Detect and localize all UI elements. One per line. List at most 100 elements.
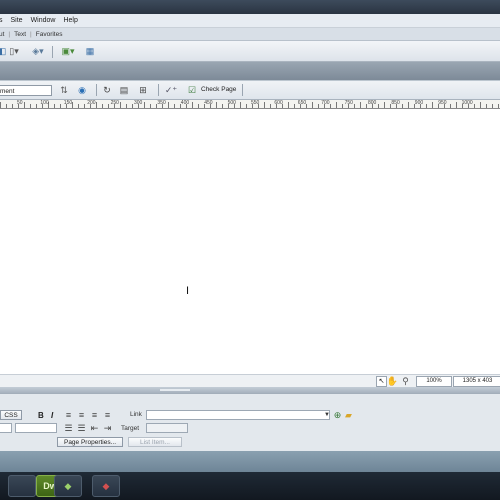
ruler-tick: [240, 102, 241, 108]
design-view-canvas[interactable]: [0, 109, 500, 374]
target-select[interactable]: [146, 423, 188, 433]
justify-icon[interactable]: ≡: [103, 410, 112, 420]
ruler-tick: [150, 104, 151, 108]
align-right-icon[interactable]: ≡: [90, 410, 99, 420]
ruler-tick: [486, 104, 487, 108]
ruler-tick: [144, 102, 145, 108]
ruler-tick: [168, 102, 169, 108]
splitter-grip: [160, 389, 190, 391]
zoom-tool-icon[interactable]: ⚲: [401, 376, 410, 386]
app-icon: ◆: [64, 480, 72, 491]
template-icon[interactable]: ▣▾: [60, 46, 76, 56]
menu-item-tools[interactable]: s: [0, 17, 3, 24]
bold-button[interactable]: B: [38, 411, 44, 420]
ruler-label: 950: [438, 100, 447, 106]
ruler-tick: [246, 104, 247, 108]
ordered-list-icon[interactable]: ☰: [77, 423, 86, 433]
list-item-button[interactable]: List Item...: [128, 437, 182, 447]
italic-button[interactable]: I: [51, 411, 53, 420]
ruler-tick: [198, 104, 199, 108]
check-page-button[interactable]: Check Page: [201, 86, 236, 93]
ruler-tick: [270, 104, 271, 108]
css-button[interactable]: CSS: [0, 410, 22, 420]
visual-aids-icon[interactable]: ⊞: [136, 85, 150, 96]
document-title-input[interactable]: ment: [0, 85, 52, 96]
media-icon[interactable]: ▯▾: [8, 46, 20, 56]
align-center-icon[interactable]: ≡: [77, 410, 86, 420]
taskbar-button-app[interactable]: ◆: [54, 475, 82, 497]
ruler-label: 100: [40, 100, 49, 106]
taskbar-button-browser[interactable]: ◆: [92, 475, 120, 497]
outdent-icon[interactable]: ⇤: [90, 423, 99, 433]
ruler-tick: [330, 104, 331, 108]
class-select[interactable]: [15, 423, 57, 433]
zoom-select[interactable]: 100%: [416, 376, 452, 387]
ruler-tick: [84, 104, 85, 108]
ruler-tick: [60, 104, 61, 108]
ruler-tick: [480, 102, 481, 108]
indent-icon[interactable]: ⇥: [103, 423, 112, 433]
tag-chooser-icon[interactable]: ▦: [85, 46, 95, 56]
ruler-label: 500: [227, 100, 236, 106]
insert-icon-bar: ◧ ▯▾ ◈▾ ▣▾ ▦: [0, 41, 500, 62]
text-cursor-icon: I: [186, 285, 190, 297]
ruler-tick: [192, 102, 193, 108]
insert-tabs: ut | Text | Favorites: [0, 28, 500, 41]
check-page-icon[interactable]: ☑: [186, 85, 198, 96]
horizontal-ruler: 50 100 150 200 250 300 350 400 450 500 550 600 650 70…: [0, 100, 500, 109]
image-icon[interactable]: ◧: [0, 46, 6, 56]
select-tool-icon[interactable]: ↖: [376, 376, 387, 387]
view-options-icon[interactable]: ▤: [118, 85, 130, 96]
desktop-background: [0, 451, 500, 472]
tab-separator: |: [8, 30, 11, 38]
toolbar-separator: [158, 84, 159, 96]
ruler-tick: [108, 104, 109, 108]
preview-browser-icon[interactable]: ◉: [76, 85, 88, 96]
document-toolbar: ment ⇅ ◉ ↻ ▤ ⊞ ✓⁺ ☑ Check Page: [0, 81, 500, 100]
page-properties-button[interactable]: Page Properties...: [57, 437, 123, 447]
ruler-tick: [132, 104, 133, 108]
file-management-icon[interactable]: ⇅: [58, 85, 70, 96]
browse-folder-icon[interactable]: ▰: [343, 410, 354, 420]
target-label: Target: [121, 425, 140, 432]
hand-tool-icon[interactable]: ✋: [387, 376, 398, 386]
ruler-label: 200: [87, 100, 96, 106]
tab-favorites[interactable]: Favorites: [36, 31, 63, 38]
point-to-file-icon[interactable]: ⊕: [333, 410, 342, 420]
ruler-tick: [12, 104, 13, 108]
ruler-label: 400: [180, 100, 190, 106]
ruler-tick: [294, 104, 295, 108]
link-input[interactable]: [146, 410, 330, 420]
ruler-label: 750: [344, 100, 353, 106]
validate-markup-icon[interactable]: ✓⁺: [164, 85, 178, 96]
window-size-select[interactable]: 1305 x 403: [453, 376, 500, 387]
ruler-tick: [360, 102, 361, 108]
ruler-tick: [384, 102, 385, 108]
ruler-tick: [366, 104, 367, 108]
menu-item-help[interactable]: Help: [63, 17, 77, 24]
ruler-tick: [54, 104, 55, 108]
align-left-icon[interactable]: ≡: [64, 410, 73, 420]
ruler-label: 450: [204, 100, 213, 106]
ruler-tick: [306, 104, 307, 108]
taskbar-button-explorer[interactable]: [8, 475, 36, 497]
ruler-tick: [450, 104, 451, 108]
head-icon[interactable]: ◈▾: [30, 46, 46, 56]
menu-item-window[interactable]: Window: [31, 17, 56, 24]
ruler-tick: [120, 102, 121, 108]
tab-layout[interactable]: ut: [0, 31, 4, 38]
menu-bar: s Site Window Help: [0, 14, 500, 28]
format-select[interactable]: [0, 423, 12, 433]
panel-gap: [0, 62, 500, 80]
ruler-label: 900: [414, 100, 424, 106]
link-label: Link: [130, 411, 142, 418]
ruler-label: 600: [274, 100, 283, 106]
menu-item-site[interactable]: Site: [11, 17, 23, 24]
ruler-tick: [288, 102, 289, 108]
unordered-list-icon[interactable]: ☰: [64, 423, 73, 433]
refresh-icon[interactable]: ↻: [102, 85, 112, 96]
ruler-label: 50: [17, 100, 23, 106]
chevron-down-icon[interactable]: ▼: [324, 410, 330, 420]
tab-text[interactable]: Text: [14, 31, 26, 38]
ruler-tick: [312, 102, 313, 108]
